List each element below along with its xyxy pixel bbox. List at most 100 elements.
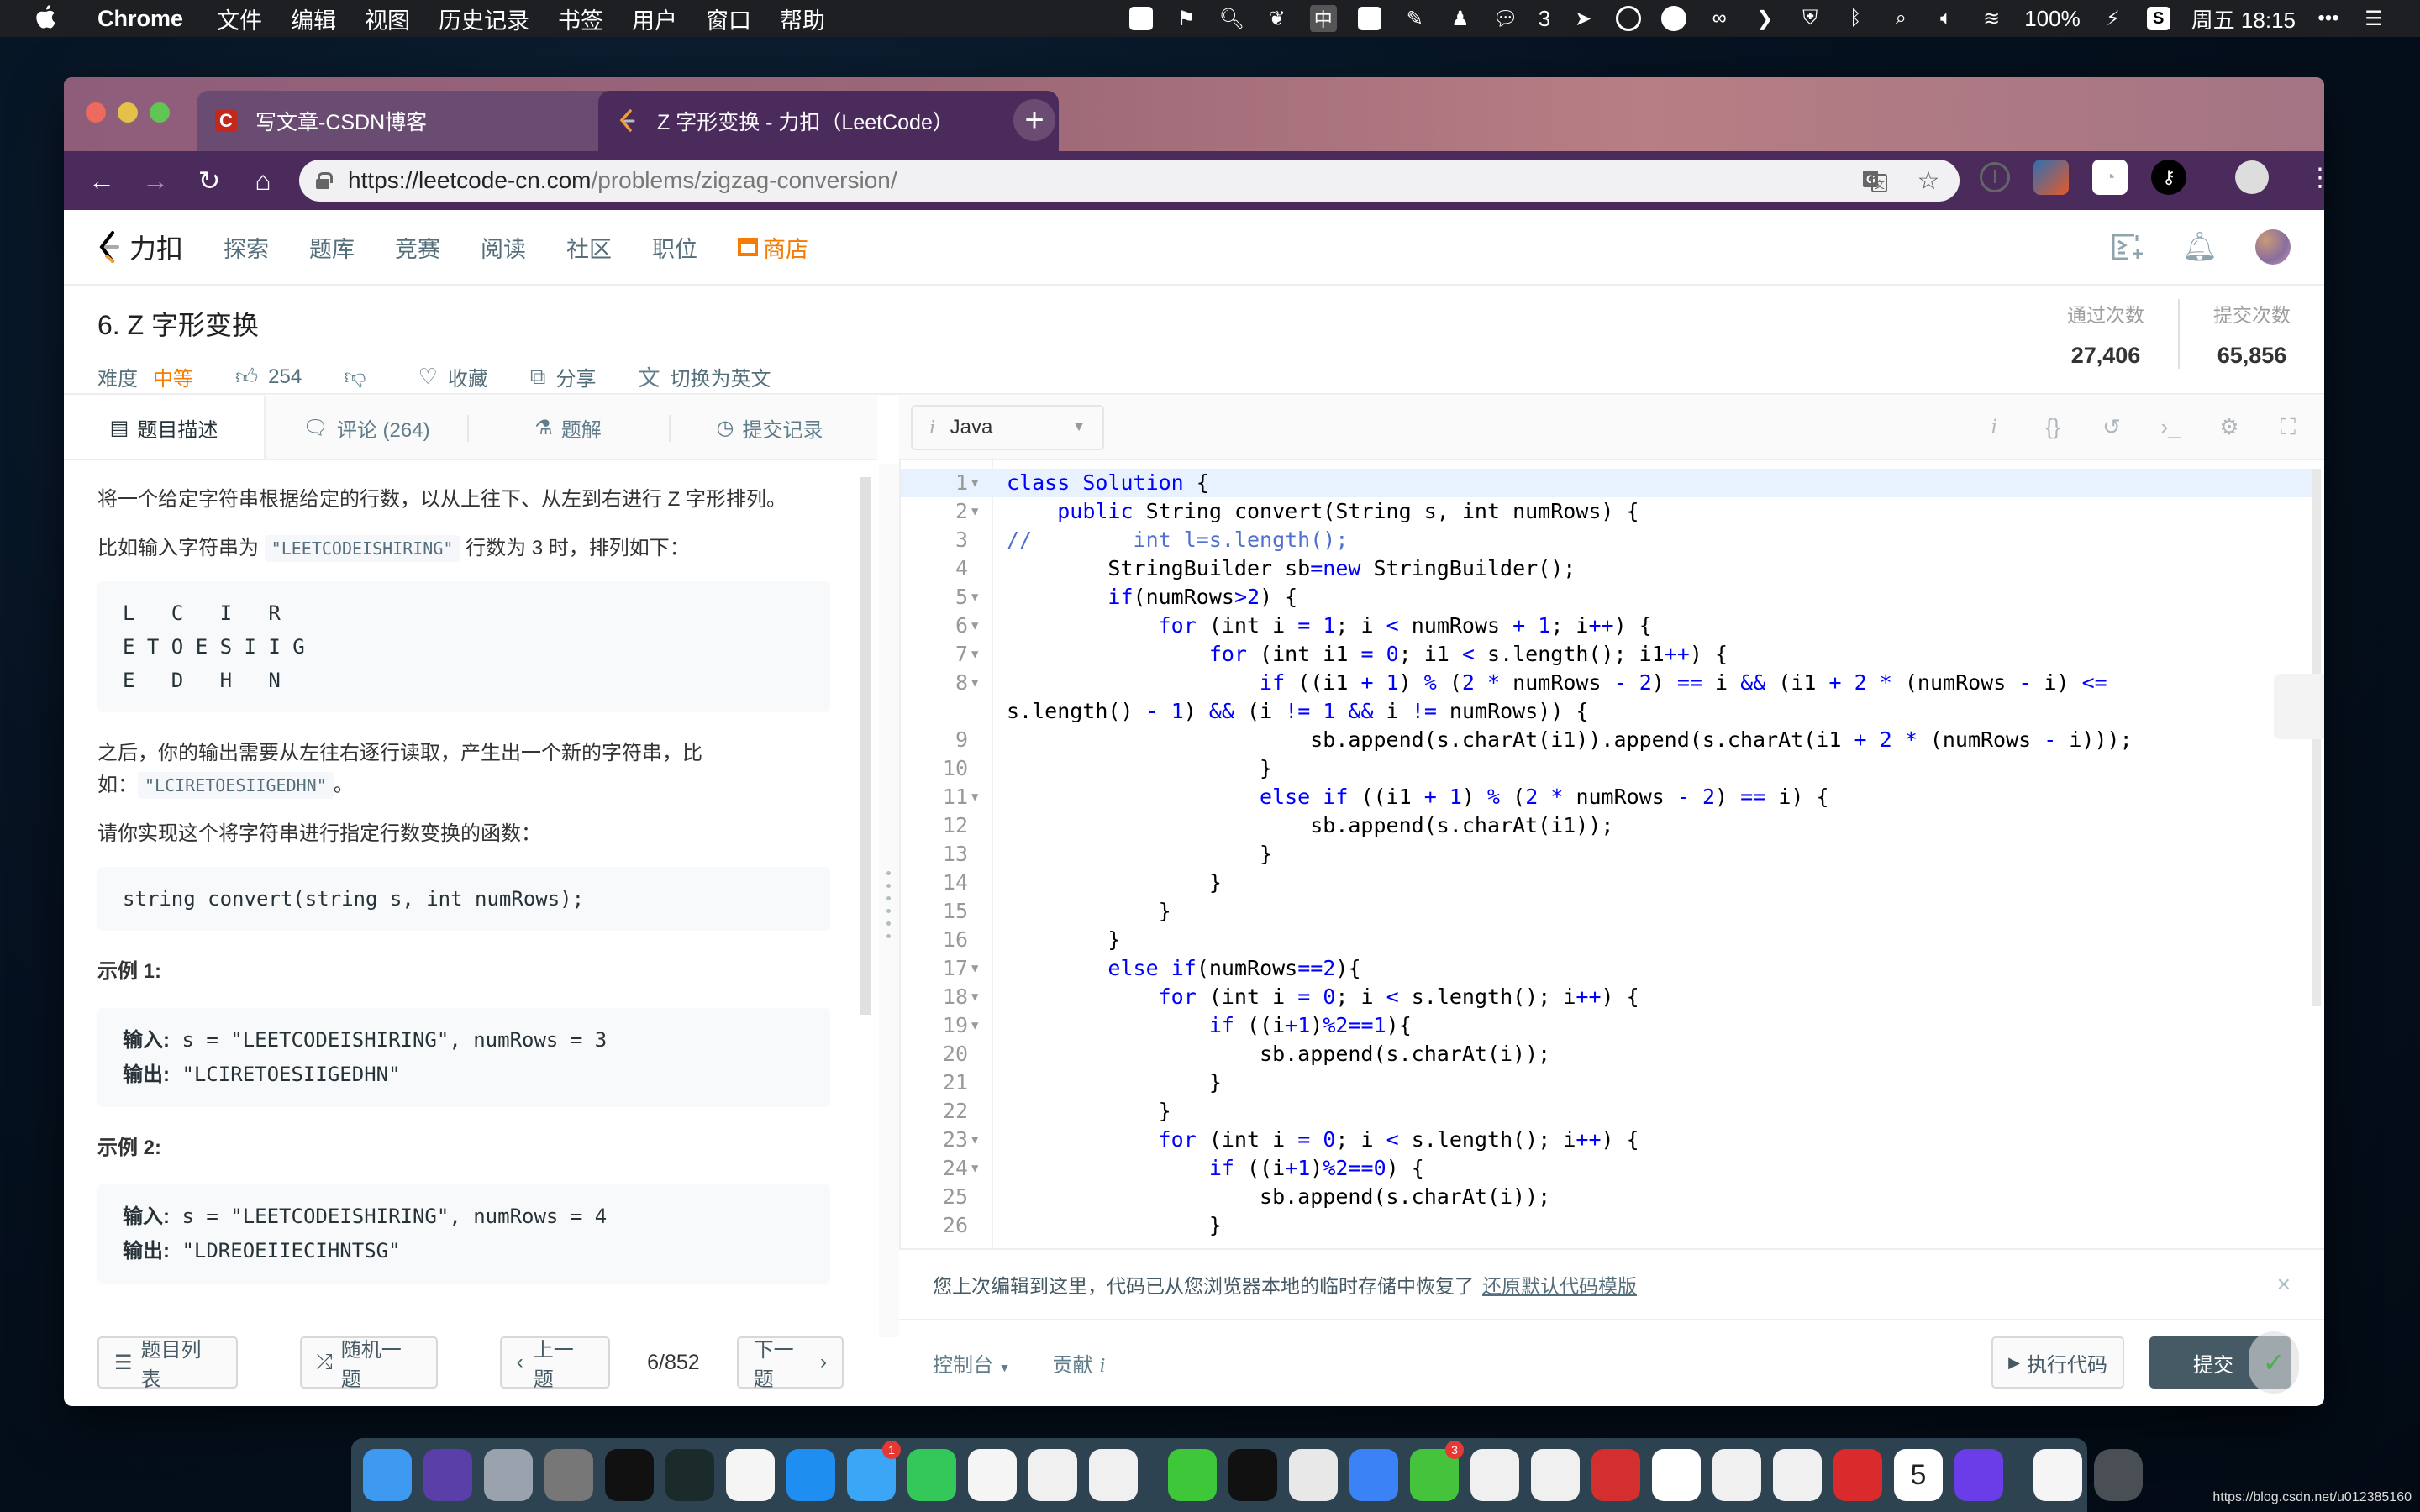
spotlight-icon[interactable]: ⌕ <box>1888 6 1913 31</box>
clock[interactable]: 周五 18:15 <box>2191 3 2296 34</box>
code-line[interactable]: 22 } <box>901 1097 2312 1126</box>
dock-1password-icon[interactable] <box>1773 1449 1822 1501</box>
code-line[interactable]: 9 sb.append(s.charAt(i1)).append(s.charA… <box>901 726 2312 754</box>
maximize-window-button[interactable] <box>150 102 170 123</box>
forward-button[interactable]: → <box>134 160 176 202</box>
tab-solutions[interactable]: ⚗ 题解 <box>467 396 669 459</box>
key-extension-icon[interactable]: ⚷ <box>2151 160 2186 195</box>
wechat-tray-icon[interactable]: 💬︎ <box>1493 6 1518 31</box>
dock-trash-icon[interactable] <box>2094 1449 2143 1501</box>
code-line[interactable]: 6 ▼ for (int i = 1; i < numRows + 1; i++)… <box>901 612 2312 640</box>
info-icon[interactable]: i <box>1981 414 2007 441</box>
dock-chrome-icon[interactable] <box>1289 1449 1338 1501</box>
fold-arrow-icon[interactable]: ▼ <box>971 583 978 612</box>
tab-comments[interactable]: 🗨︎ 评论 (264) <box>266 396 467 459</box>
dock-terminal-icon[interactable] <box>605 1449 654 1501</box>
terminal-icon[interactable]: ›_ <box>2158 414 2183 441</box>
fold-arrow-icon[interactable]: ▼ <box>971 1154 978 1183</box>
favorite-button[interactable]: ♡ 收藏 <box>418 362 488 391</box>
shield-tray-icon[interactable]: ⛨ <box>1797 6 1823 31</box>
prev-problem-button[interactable]: ‹ 上一题 <box>499 1336 611 1391</box>
problem-list-button[interactable]: ☰ 题目列表 <box>97 1336 238 1391</box>
code-line[interactable]: 19 ▼ if ((i+1)%2==1){ <box>901 1011 2312 1040</box>
new-tab-button[interactable]: + <box>1013 99 1055 141</box>
code-line[interactable]: 20 sb.append(s.charAt(i)); <box>901 1040 2312 1068</box>
dock-app-icon[interactable] <box>1089 1449 1138 1501</box>
back-button[interactable]: ← <box>81 160 123 202</box>
fold-arrow-icon[interactable]: ▼ <box>971 1126 978 1154</box>
notification-bell-icon[interactable]: 🔔︎ <box>2181 230 2217 264</box>
playground-icon[interactable] <box>2111 230 2144 264</box>
format-braces-icon[interactable]: {} <box>2040 414 2065 441</box>
dock-app-icon[interactable] <box>1712 1449 1761 1501</box>
menu-bookmarks[interactable]: 书签 <box>558 3 603 35</box>
contribute-link[interactable]: 贡献 i <box>1053 1348 1106 1378</box>
dock-app-store-icon[interactable] <box>786 1449 835 1501</box>
code-line[interactable]: 21 } <box>901 1068 2312 1097</box>
reload-button[interactable]: ↻ <box>188 160 230 202</box>
code-line[interactable]: 10 } <box>901 754 2312 783</box>
code-line[interactable]: 2 ▼ public String convert(String s, int n… <box>901 497 2312 526</box>
nav-jobs[interactable]: 职位 <box>652 231 697 264</box>
s-app-icon[interactable]: S <box>2146 6 2171 31</box>
fold-arrow-icon[interactable]: ▼ <box>971 612 978 640</box>
notification-center-icon[interactable]: ☰ <box>2361 6 2386 31</box>
lock-icon[interactable] <box>316 172 333 189</box>
code-line[interactable]: 15 } <box>901 897 2312 926</box>
dock-facetime-icon[interactable] <box>908 1449 956 1501</box>
panel-splitter[interactable] <box>879 464 899 1337</box>
qq-tray-icon[interactable]: ♟ <box>1448 6 1473 31</box>
fold-arrow-icon[interactable]: ▼ <box>971 783 978 811</box>
profile-avatar[interactable] <box>2235 160 2269 194</box>
reset-icon[interactable]: ↺ <box>2099 414 2124 441</box>
description-scrollbar[interactable] <box>860 477 871 1015</box>
switch-language-button[interactable]: 文切换为英文 <box>639 361 771 392</box>
drag-handle-icon[interactable] <box>886 871 892 947</box>
fold-arrow-icon[interactable]: ▼ <box>971 640 978 669</box>
battery-charging-icon[interactable]: ⚡ <box>2101 6 2126 31</box>
menu-view[interactable]: 视图 <box>365 3 410 35</box>
dock-music-icon[interactable] <box>968 1449 1017 1501</box>
nav-problemset[interactable]: 题库 <box>309 231 355 264</box>
nav-contest[interactable]: 竞赛 <box>395 231 440 264</box>
dock-intellij-icon[interactable] <box>1954 1449 2003 1501</box>
menu-file[interactable]: 文件 <box>217 3 262 35</box>
dock-messages-icon[interactable]: 1 <box>847 1441 901 1501</box>
nav-explore[interactable]: 探索 <box>224 231 269 264</box>
fold-arrow-icon[interactable]: ▼ <box>971 469 978 497</box>
code-line[interactable]: 1 ▼ class Solution { <box>901 469 2312 497</box>
paper-plane-icon[interactable]: ➤ <box>1570 6 1596 31</box>
code-line[interactable]: s.length() - 1) && (i != 1 && i != numRo… <box>901 697 2312 726</box>
tab-description[interactable]: ▤ 题目描述 <box>64 396 266 459</box>
next-problem-button[interactable]: 下一题 › <box>736 1336 844 1391</box>
dock-speed-icon[interactable] <box>1531 1449 1580 1501</box>
onepassword-extension-icon[interactable]: ǀ <box>1980 162 2010 192</box>
code-line[interactable]: 7 ▼ for (int i1 = 0; i1 < s.length(); i1+… <box>901 640 2312 669</box>
tray-flag-icon[interactable]: ⚑ <box>1174 6 1199 31</box>
dock-document-icon[interactable] <box>2033 1449 2082 1501</box>
dock-feishu-icon[interactable] <box>1349 1449 1398 1501</box>
close-window-button[interactable] <box>86 102 106 123</box>
home-button[interactable]: ⌂ <box>242 160 284 202</box>
floating-side-tab[interactable] <box>2274 674 2324 739</box>
code-line[interactable]: 25 sb.append(s.charAt(i)); <box>901 1183 2312 1211</box>
code-line[interactable]: 3 // int l=s.length(); <box>901 526 2312 554</box>
restore-default-link[interactable]: 还原默认代码模版 <box>1482 1270 1637 1299</box>
tab-csdn[interactable]: C 写文章-CSDN博客 × <box>197 91 655 151</box>
fold-arrow-icon[interactable]: ▼ <box>971 497 978 526</box>
dock-photos-icon[interactable] <box>726 1449 775 1501</box>
like-button[interactable]: 👍︎ 254 <box>235 364 302 390</box>
share-button[interactable]: ⧉ 分享 <box>530 362 597 391</box>
address-bar[interactable]: https://leetcode-cn.com/problems/zigzag-… <box>299 160 1960 202</box>
random-problem-button[interactable]: ⤮ 随机一题 <box>299 1336 438 1391</box>
code-line[interactable]: 24 ▼ if ((i+1)%2==0) { <box>901 1154 2312 1183</box>
code-line[interactable]: 4 StringBuilder sb=new StringBuilder(); <box>901 554 2312 583</box>
menu-app-name[interactable]: Chrome <box>97 6 183 32</box>
bookmark-star-icon[interactable]: ☆ <box>1914 166 1943 195</box>
dock-siri-icon[interactable] <box>424 1449 472 1501</box>
dock-iqiyi-icon[interactable] <box>1168 1449 1217 1501</box>
nav-read[interactable]: 阅读 <box>481 231 526 264</box>
dock-netease-music-icon[interactable] <box>1833 1449 1882 1501</box>
fold-arrow-icon[interactable]: ▼ <box>971 983 978 1011</box>
tray-app-icon[interactable] <box>1128 6 1154 31</box>
